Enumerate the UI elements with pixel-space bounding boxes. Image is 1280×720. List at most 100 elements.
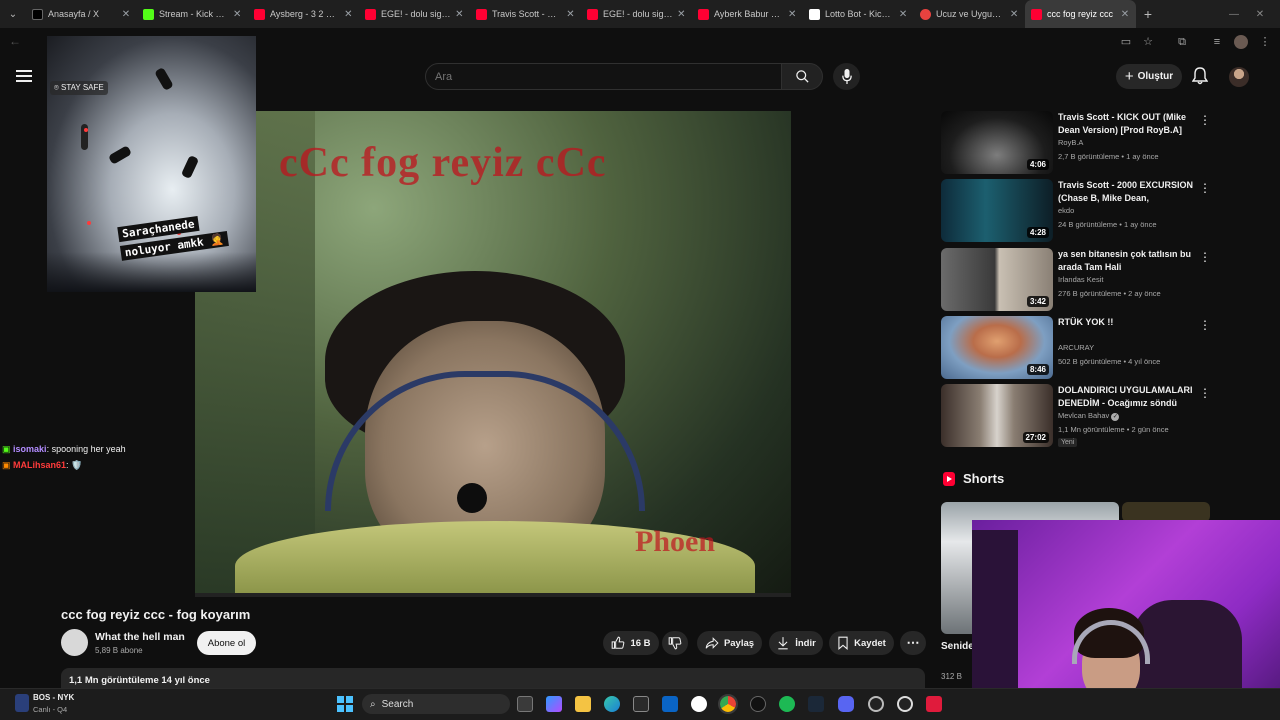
widget-title[interactable]: BOS - NYK [33, 693, 74, 702]
taskbar-search[interactable]: ⌕ Search [362, 694, 510, 714]
tab-close-icon[interactable]: ✕ [787, 9, 797, 20]
minimize-icon[interactable]: — [1220, 0, 1248, 28]
profile-icon[interactable] [1234, 35, 1248, 49]
windows-start-icon[interactable] [337, 696, 353, 717]
recommendation-title[interactable]: ya sen bitanesin çok tatlısın bu arada T… [1058, 248, 1198, 273]
channel-avatar[interactable] [61, 629, 88, 656]
video-thumbnail[interactable]: 8:46 [941, 316, 1053, 379]
more-vertical-icon[interactable]: ⋮ [1199, 318, 1211, 332]
install-app-icon[interactable]: ▭ [1119, 35, 1133, 49]
reading-list-icon[interactable]: ≡ [1210, 35, 1224, 49]
tab-close-icon[interactable]: ✕ [566, 9, 575, 20]
short-thumbnail[interactable] [1122, 502, 1210, 522]
new-tab-icon[interactable]: + [1136, 6, 1160, 22]
search-input[interactable] [425, 63, 782, 90]
browser-tab-active[interactable]: ccc fog reyiz ccc ✕ [1025, 0, 1136, 28]
more-actions-button[interactable]: ⋯ [900, 631, 926, 655]
tab-title: Aysberg - 3 2 1 Ye [270, 9, 340, 19]
task-view-icon[interactable] [517, 696, 533, 712]
share-label: Paylaş [723, 637, 755, 649]
spotify-icon[interactable] [779, 696, 795, 712]
tab-close-icon[interactable]: ✕ [121, 9, 131, 20]
tab-title: ccc fog reyiz ccc [1047, 9, 1114, 19]
more-vertical-icon[interactable]: ⋮ [1199, 181, 1211, 195]
recommendation-item[interactable]: 3:42 ya sen bitanesin çok tatlısın bu ar… [941, 248, 1213, 312]
recommendation-channel[interactable]: Irlandas Kesit [1058, 275, 1103, 284]
edge-icon[interactable] [604, 696, 620, 712]
chrome-icon[interactable] [718, 694, 738, 714]
back-icon[interactable]: ← [9, 34, 21, 48]
create-button[interactable]: + Oluştur [1116, 64, 1182, 89]
dislike-button[interactable] [662, 631, 688, 655]
recommendation-channel[interactable]: ekdo [1058, 206, 1074, 215]
recommendation-title[interactable]: Travis Scott - KICK OUT (Mike Dean Versi… [1058, 111, 1198, 136]
tab-close-icon[interactable]: ✕ [1120, 9, 1130, 20]
tab-close-icon[interactable]: ✕ [232, 9, 242, 20]
voice-search-button[interactable] [833, 63, 860, 90]
search-button[interactable] [781, 63, 823, 90]
tab-close-icon[interactable]: ✕ [455, 9, 464, 20]
steam-icon[interactable] [808, 696, 824, 712]
bookmark-star-icon[interactable]: ☆ [1141, 35, 1155, 49]
video-thumbnail[interactable]: 27:02 [941, 384, 1053, 447]
tab-close-icon[interactable]: ✕ [344, 9, 353, 20]
browser-tab[interactable]: Ayberk Babur & E ✕ [692, 0, 803, 28]
capcut-icon[interactable] [750, 696, 766, 712]
browser-tab[interactable]: EGE! - dolu sigara ✕ [359, 0, 470, 28]
thumbs-up-icon [612, 636, 625, 649]
recommendation-title[interactable]: RTÜK YOK !! [1058, 316, 1198, 329]
app-icon[interactable] [926, 696, 942, 712]
recommendation-item[interactable]: 27:02 DOLANDIRICI UYGULAMALARI DENEDİM -… [941, 384, 1213, 448]
discord-icon[interactable] [838, 696, 854, 712]
recommendation-channel[interactable]: RoyB.A [1058, 138, 1083, 147]
short-title[interactable]: Senide uyandı [941, 640, 975, 654]
browser-tab[interactable]: Aysberg - 3 2 1 Ye ✕ [248, 0, 359, 28]
nba-widget-icon[interactable] [15, 694, 29, 712]
account-avatar[interactable] [1229, 67, 1249, 87]
video-thumbnail[interactable]: 3:42 [941, 248, 1053, 311]
share-button[interactable]: Paylaş [697, 631, 762, 655]
settings-icon[interactable] [691, 696, 707, 712]
browser-menu-icon[interactable]: ⋮ [1258, 35, 1272, 49]
browser-tab[interactable]: EGE! - dolu sigara ✕ [581, 0, 692, 28]
subscribe-button[interactable]: Abone ol [197, 631, 256, 655]
download-button[interactable]: İndir [769, 631, 823, 655]
more-vertical-icon[interactable]: ⋮ [1199, 113, 1211, 127]
channel-name[interactable]: What the hell man [95, 631, 185, 643]
browser-tab[interactable]: Stream - Kick Das ✕ [137, 0, 248, 28]
tab-search-chevron-icon[interactable]: ⌄ [0, 0, 26, 28]
save-button[interactable]: Kaydet [829, 631, 894, 655]
notifications-bell-icon[interactable] [1191, 67, 1209, 90]
tab-close-icon[interactable]: ✕ [898, 9, 908, 20]
outlook-icon[interactable] [662, 696, 678, 712]
file-explorer-icon[interactable] [575, 696, 591, 712]
recommendation-title[interactable]: Travis Scott - 2000 EXCURSION (Chase B, … [1058, 179, 1198, 204]
recommendation-item[interactable]: 4:28 Travis Scott - 2000 EXCURSION (Chas… [941, 179, 1213, 243]
tab-close-icon[interactable]: ✕ [1009, 9, 1019, 20]
recommendation-channel[interactable]: Mevlcan Bahav ✓ [1058, 411, 1120, 421]
video-thumbnail[interactable]: 4:06 [941, 111, 1053, 174]
media-player-icon[interactable] [897, 696, 913, 712]
more-vertical-icon[interactable]: ⋮ [1199, 250, 1211, 264]
menu-icon[interactable] [16, 70, 32, 82]
tab-close-icon[interactable]: ✕ [677, 9, 686, 20]
obs-icon[interactable] [868, 696, 884, 712]
browser-tab[interactable]: Ucuz ve Uygun Fi ✕ [914, 0, 1025, 28]
like-button[interactable]: 16 B [603, 631, 659, 655]
copilot-icon[interactable] [546, 696, 562, 712]
recommendation-item[interactable]: 4:06 Travis Scott - KICK OUT (Mike Dean … [941, 111, 1213, 175]
browser-tab[interactable]: Anasayfa / X ✕ [26, 0, 137, 28]
more-vertical-icon[interactable]: ⋮ [1199, 386, 1211, 400]
flying-figure [154, 66, 174, 92]
extensions-icon[interactable]: ⧉ [1175, 35, 1189, 49]
store-icon[interactable] [633, 696, 649, 712]
video-progress-bar[interactable] [195, 593, 791, 597]
recommendation-title[interactable]: DOLANDIRICI UYGULAMALARI DENEDİM - Ocağı… [1058, 384, 1198, 409]
recommendation-item[interactable]: 8:46 RTÜK YOK !! ARCURAY 502 B görüntüle… [941, 316, 1213, 380]
video-player[interactable]: cCc fog reyiz cCc Phoen [195, 111, 791, 597]
browser-tab[interactable]: Lotto Bot - KickTo ✕ [803, 0, 914, 28]
video-thumbnail[interactable]: 4:28 [941, 179, 1053, 242]
recommendation-channel[interactable]: ARCURAY [1058, 343, 1094, 352]
browser-tab[interactable]: Travis Scott - KICK ✕ [470, 0, 581, 28]
close-window-icon[interactable]: ✕ [1246, 0, 1274, 28]
